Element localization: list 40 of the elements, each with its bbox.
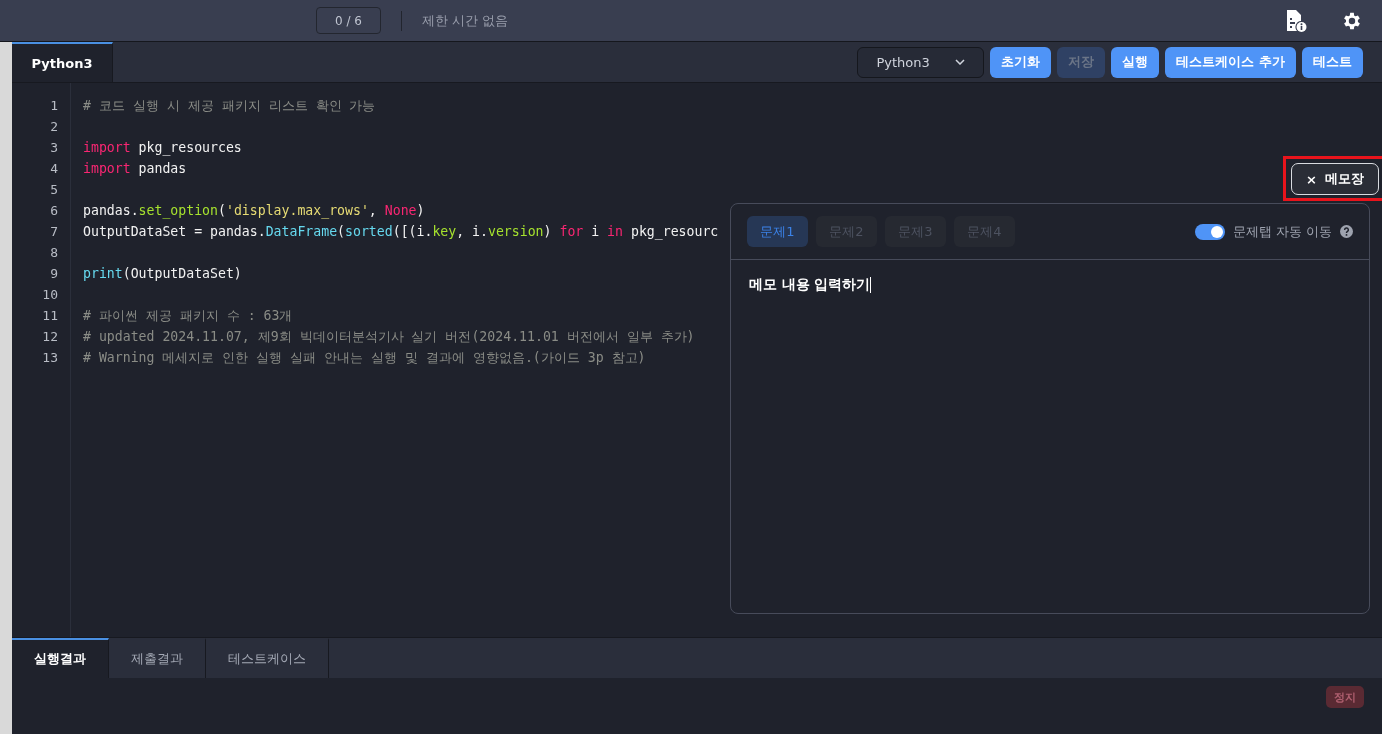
line-number: 7 — [50, 223, 58, 241]
code-line: import pkg_resources — [83, 139, 243, 158]
line-number: 10 — [42, 286, 58, 304]
memo-input-field[interactable]: 메모 내용 입력하기 — [731, 260, 1369, 613]
time-limit-text: 제한 시간 없음 — [422, 11, 510, 30]
progress-counter: 0 / 6 — [316, 7, 381, 34]
result-tab[interactable]: 실행결과 — [12, 638, 109, 678]
line-number: 12 — [42, 328, 58, 346]
toolbar-button[interactable]: 테스트 — [1302, 46, 1363, 78]
code-line: # updated 2024.11.07, 제9회 빅데이터분석기사 실기 버전(2024.11.01 버전에서 일부 추가) — [83, 328, 696, 346]
auto-switch-toggle[interactable] — [1194, 223, 1225, 240]
toolbar-button[interactable]: 실행 — [1111, 46, 1160, 78]
line-number: 6 — [50, 202, 58, 220]
code-line: pandas.set_option('display.max_rows', None) — [83, 202, 426, 221]
code-line: import pandas — [83, 160, 188, 178]
code-line: # 파이썬 제공 패키지 수 : 63개 — [83, 307, 294, 325]
line-number: 8 — [50, 244, 58, 262]
help-icon[interactable] — [1340, 225, 1353, 238]
code-line: # 코드 실행 시 제공 패키지 리스트 확인 가능 — [83, 97, 377, 115]
line-number: 13 — [42, 349, 58, 367]
editor-tab[interactable]: Python3 — [12, 42, 113, 82]
language-select[interactable]: Python3 — [857, 46, 985, 78]
line-number: 5 — [50, 181, 58, 199]
auto-switch-label: 문제탭 자동 이동 — [1232, 222, 1332, 241]
problem-tab[interactable]: 문제1 — [747, 216, 808, 247]
document-info-icon[interactable] — [1284, 8, 1308, 33]
code-line: OutputDataSet = pandas.DataFrame(sorted([(i.key, i.version) for i in pkg_resourc — [83, 223, 719, 242]
toolbar-button[interactable]: 테스트케이스 추가 — [1165, 46, 1296, 78]
line-number: 2 — [50, 118, 58, 136]
line-number: 1 — [50, 97, 58, 115]
line-number: 11 — [42, 307, 58, 325]
code-line: print(OutputDataSet) — [83, 265, 243, 283]
side-scrollbar[interactable] — [0, 42, 12, 734]
code-line: # Warning 메세지로 인한 실행 실패 안내는 실행 및 결과에 영향없음.(가이드 3p 참고) — [83, 349, 647, 367]
line-number: 9 — [50, 265, 58, 283]
chevron-down-icon — [955, 59, 966, 65]
line-number: 4 — [50, 160, 58, 178]
line-number: 3 — [50, 139, 58, 157]
memo-close-button[interactable]: × 메모장 — [1291, 163, 1379, 195]
toolbar-button[interactable]: 초기화 — [990, 46, 1052, 78]
